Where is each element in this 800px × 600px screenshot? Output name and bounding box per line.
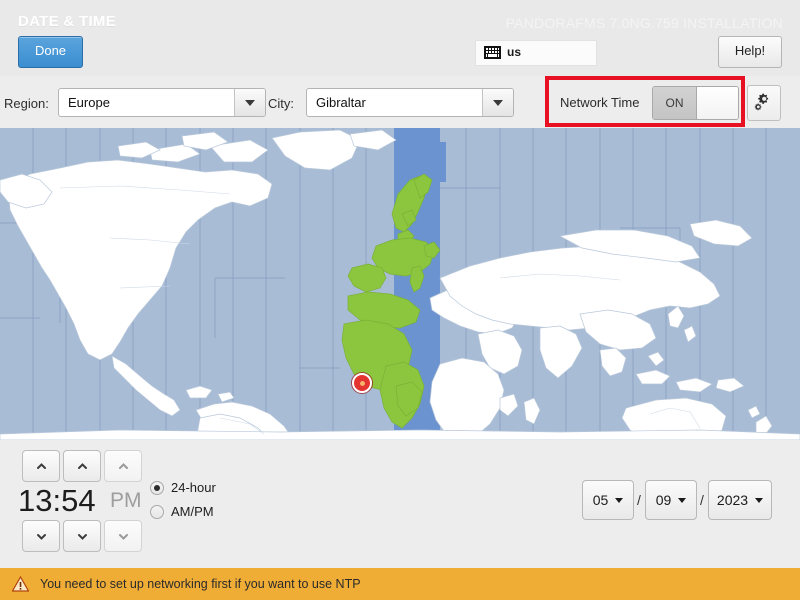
ampm-increment-button[interactable]	[104, 450, 142, 482]
year-dropdown[interactable]: 2023	[708, 480, 772, 520]
chevron-down-icon	[493, 99, 503, 106]
chevron-up-icon	[36, 462, 46, 469]
chevron-up-icon	[118, 462, 128, 469]
year-value: 2023	[716, 492, 749, 508]
network-time-toggle-state: ON	[653, 87, 697, 119]
location-pin-icon	[352, 373, 372, 393]
chevron-down-icon	[36, 533, 46, 540]
region-dropdown-arrow[interactable]	[234, 89, 265, 116]
done-button[interactable]: Done	[18, 36, 83, 68]
radio-24-hour[interactable]: 24-hour	[150, 480, 216, 495]
network-time-toggle[interactable]: ON	[652, 86, 739, 120]
gear-icon	[754, 93, 769, 111]
radio-24-hour-indicator	[150, 480, 164, 495]
network-time-label: Network Time	[560, 95, 640, 110]
chevron-down-icon	[245, 99, 255, 106]
chevron-down-icon	[755, 497, 764, 503]
date-separator: /	[700, 492, 704, 508]
warning-message: You need to set up networking first if y…	[40, 577, 361, 591]
city-label: City:	[268, 96, 294, 111]
month-dropdown[interactable]: 05	[582, 480, 634, 520]
chevron-down-icon	[77, 533, 87, 540]
radio-ampm[interactable]: AM/PM	[150, 504, 214, 519]
day-value: 09	[655, 492, 672, 508]
day-dropdown[interactable]: 09	[645, 480, 697, 520]
region-value: Europe	[68, 95, 110, 110]
chevron-down-icon	[118, 533, 128, 540]
timezone-map[interactable]	[0, 128, 800, 440]
time-display: 13:54	[18, 483, 96, 518]
ntp-settings-button[interactable]	[747, 85, 781, 121]
city-dropdown-arrow[interactable]	[482, 89, 513, 116]
city-dropdown[interactable]: Gibraltar	[306, 88, 514, 117]
hour-increment-button[interactable]	[22, 450, 60, 482]
date-separator: /	[637, 492, 641, 508]
month-value: 05	[592, 492, 609, 508]
help-button[interactable]: Help!	[718, 36, 782, 68]
chevron-down-icon	[615, 497, 624, 503]
chevron-down-icon	[678, 497, 687, 503]
keyboard-layout-label: us	[507, 45, 522, 59]
warning-bar: You need to set up networking first if y…	[0, 568, 800, 600]
network-time-toggle-knob[interactable]	[697, 87, 738, 119]
warning-triangle-icon	[12, 576, 29, 592]
minute-decrement-button[interactable]	[63, 520, 101, 552]
ampm-decrement-button[interactable]	[104, 520, 142, 552]
page-title: DATE & TIME	[18, 13, 117, 30]
radio-24-hour-label: 24-hour	[171, 480, 216, 495]
keyboard-icon	[484, 46, 501, 59]
ampm-display: PM	[110, 489, 142, 512]
chevron-up-icon	[77, 462, 87, 469]
region-label: Region:	[4, 96, 49, 111]
timezone-map-svg	[0, 128, 800, 440]
radio-ampm-indicator	[150, 504, 164, 519]
header-bar: DATE & TIME PANDORAFMS 7.0NG.759 INSTALL…	[0, 0, 800, 76]
minute-increment-button[interactable]	[63, 450, 101, 482]
radio-ampm-label: AM/PM	[171, 504, 214, 519]
hour-decrement-button[interactable]	[22, 520, 60, 552]
keyboard-layout-indicator[interactable]: us	[475, 40, 597, 66]
installer-title: PANDORAFMS 7.0NG.759 INSTALLATION	[505, 15, 783, 31]
city-value: Gibraltar	[316, 95, 366, 110]
region-dropdown[interactable]: Europe	[58, 88, 266, 117]
selected-timezone-band-step	[424, 142, 446, 182]
